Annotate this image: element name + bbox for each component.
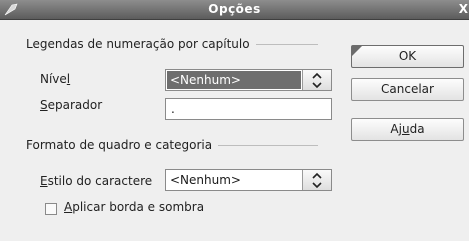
numbering-heading-text: Legendas de numeração por capítulo <box>26 37 250 51</box>
help-label-post: da <box>409 122 425 136</box>
numbering-section-heading: Legendas de numeração por capítulo <box>26 37 318 51</box>
ok-button[interactable]: OK <box>351 45 464 68</box>
char-style-label: Estilo do caractere <box>40 174 152 188</box>
separator-label-text: eparador <box>47 98 103 112</box>
ok-button-label: OK <box>398 49 417 63</box>
frame-section-heading: Formato de quadro e categoria <box>26 138 319 152</box>
level-spin-buttons[interactable] <box>302 70 331 90</box>
char-style-spin-buttons[interactable] <box>302 170 331 190</box>
level-label-text: Níve <box>40 72 67 86</box>
char-style-label-text: stilo do caractere <box>47 174 153 188</box>
frame-heading-separator <box>218 144 319 146</box>
cancel-button[interactable]: Cancelar <box>351 78 464 101</box>
numbering-heading-separator <box>255 43 318 45</box>
level-select[interactable]: <Nenhum> <box>165 69 332 91</box>
separator-input[interactable]: . <box>165 98 332 120</box>
frame-heading-text: Formato de quadro e categoria <box>26 138 213 152</box>
apply-border-text: plicar borda e sombra <box>72 200 205 214</box>
level-label: Nível <box>40 72 70 86</box>
help-label-pre: Aj <box>390 122 402 136</box>
apply-border-label[interactable]: Aplicar borda e sombra <box>64 200 204 214</box>
separator-input-value: . <box>171 102 175 116</box>
default-marker-icon <box>352 46 362 56</box>
help-label-mnemonic: u <box>401 122 410 136</box>
up-down-arrows-icon <box>312 72 322 89</box>
close-icon[interactable]: X <box>458 1 468 18</box>
separator-label: Separador <box>40 98 102 112</box>
title-bar[interactable]: Opções X <box>0 0 469 20</box>
apply-border-mnemonic: A <box>64 200 73 214</box>
char-style-label-mnemonic: E <box>40 174 48 188</box>
char-style-select[interactable]: <Nenhum> <box>165 169 332 191</box>
help-button[interactable]: Ajuda <box>351 118 464 141</box>
cancel-button-label: Cancelar <box>381 82 434 96</box>
char-style-select-value: <Nenhum> <box>170 173 241 187</box>
level-select-value: <Nenhum> <box>170 73 241 87</box>
level-label-mnemonic: l <box>66 72 71 86</box>
apply-border-checkbox[interactable] <box>45 203 57 215</box>
up-down-arrows-icon <box>312 172 322 189</box>
separator-label-mnemonic: S <box>40 98 48 112</box>
window-title: Opções <box>208 2 261 16</box>
